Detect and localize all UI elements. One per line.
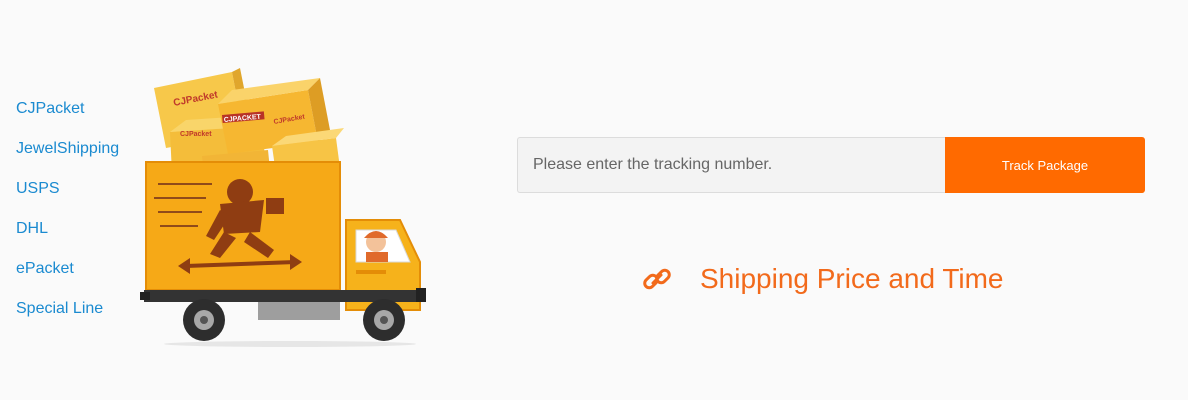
truck-wheel [363, 299, 405, 341]
carrier-link-label[interactable]: JewelShipping [16, 140, 119, 157]
link-icon [643, 268, 671, 290]
shipping-price-link[interactable]: Shipping Price and Time [640, 262, 1004, 296]
delivery-truck-illustration: CJPacket CJPacket CJPACKET CJPacket [140, 68, 426, 347]
track-package-button[interactable]: Track Package [945, 137, 1145, 193]
carrier-link-label[interactable]: CJPacket [16, 100, 84, 117]
carrier-list: CJPacket JewelShipping USPS DHL ePacket … [16, 98, 119, 338]
package-label: CJPacket [180, 131, 212, 138]
carrier-item-cjpacket[interactable]: CJPacket [16, 98, 119, 138]
tracking-form: Track Package [517, 137, 1145, 193]
driver-figure [364, 231, 388, 262]
shipping-price-link-label[interactable]: Shipping Price and Time [700, 263, 1004, 295]
tracking-number-input[interactable] [517, 137, 945, 193]
carrier-link-label[interactable]: USPS [16, 180, 60, 197]
package-stack: CJPacket CJPacket CJPACKET CJPacket [154, 68, 344, 174]
carrier-item-jewelshipping[interactable]: JewelShipping [16, 138, 119, 178]
carrier-link-label[interactable]: Special Line [16, 300, 103, 317]
carrier-link-label[interactable]: DHL [16, 220, 48, 237]
carrier-item-epacket[interactable]: ePacket [16, 258, 119, 298]
carrier-item-usps[interactable]: USPS [16, 178, 119, 218]
carrier-item-dhl[interactable]: DHL [16, 218, 119, 258]
truck-wheel [183, 299, 225, 341]
carrier-item-special-line[interactable]: Special Line [16, 298, 119, 338]
carrier-link-label[interactable]: ePacket [16, 260, 74, 277]
